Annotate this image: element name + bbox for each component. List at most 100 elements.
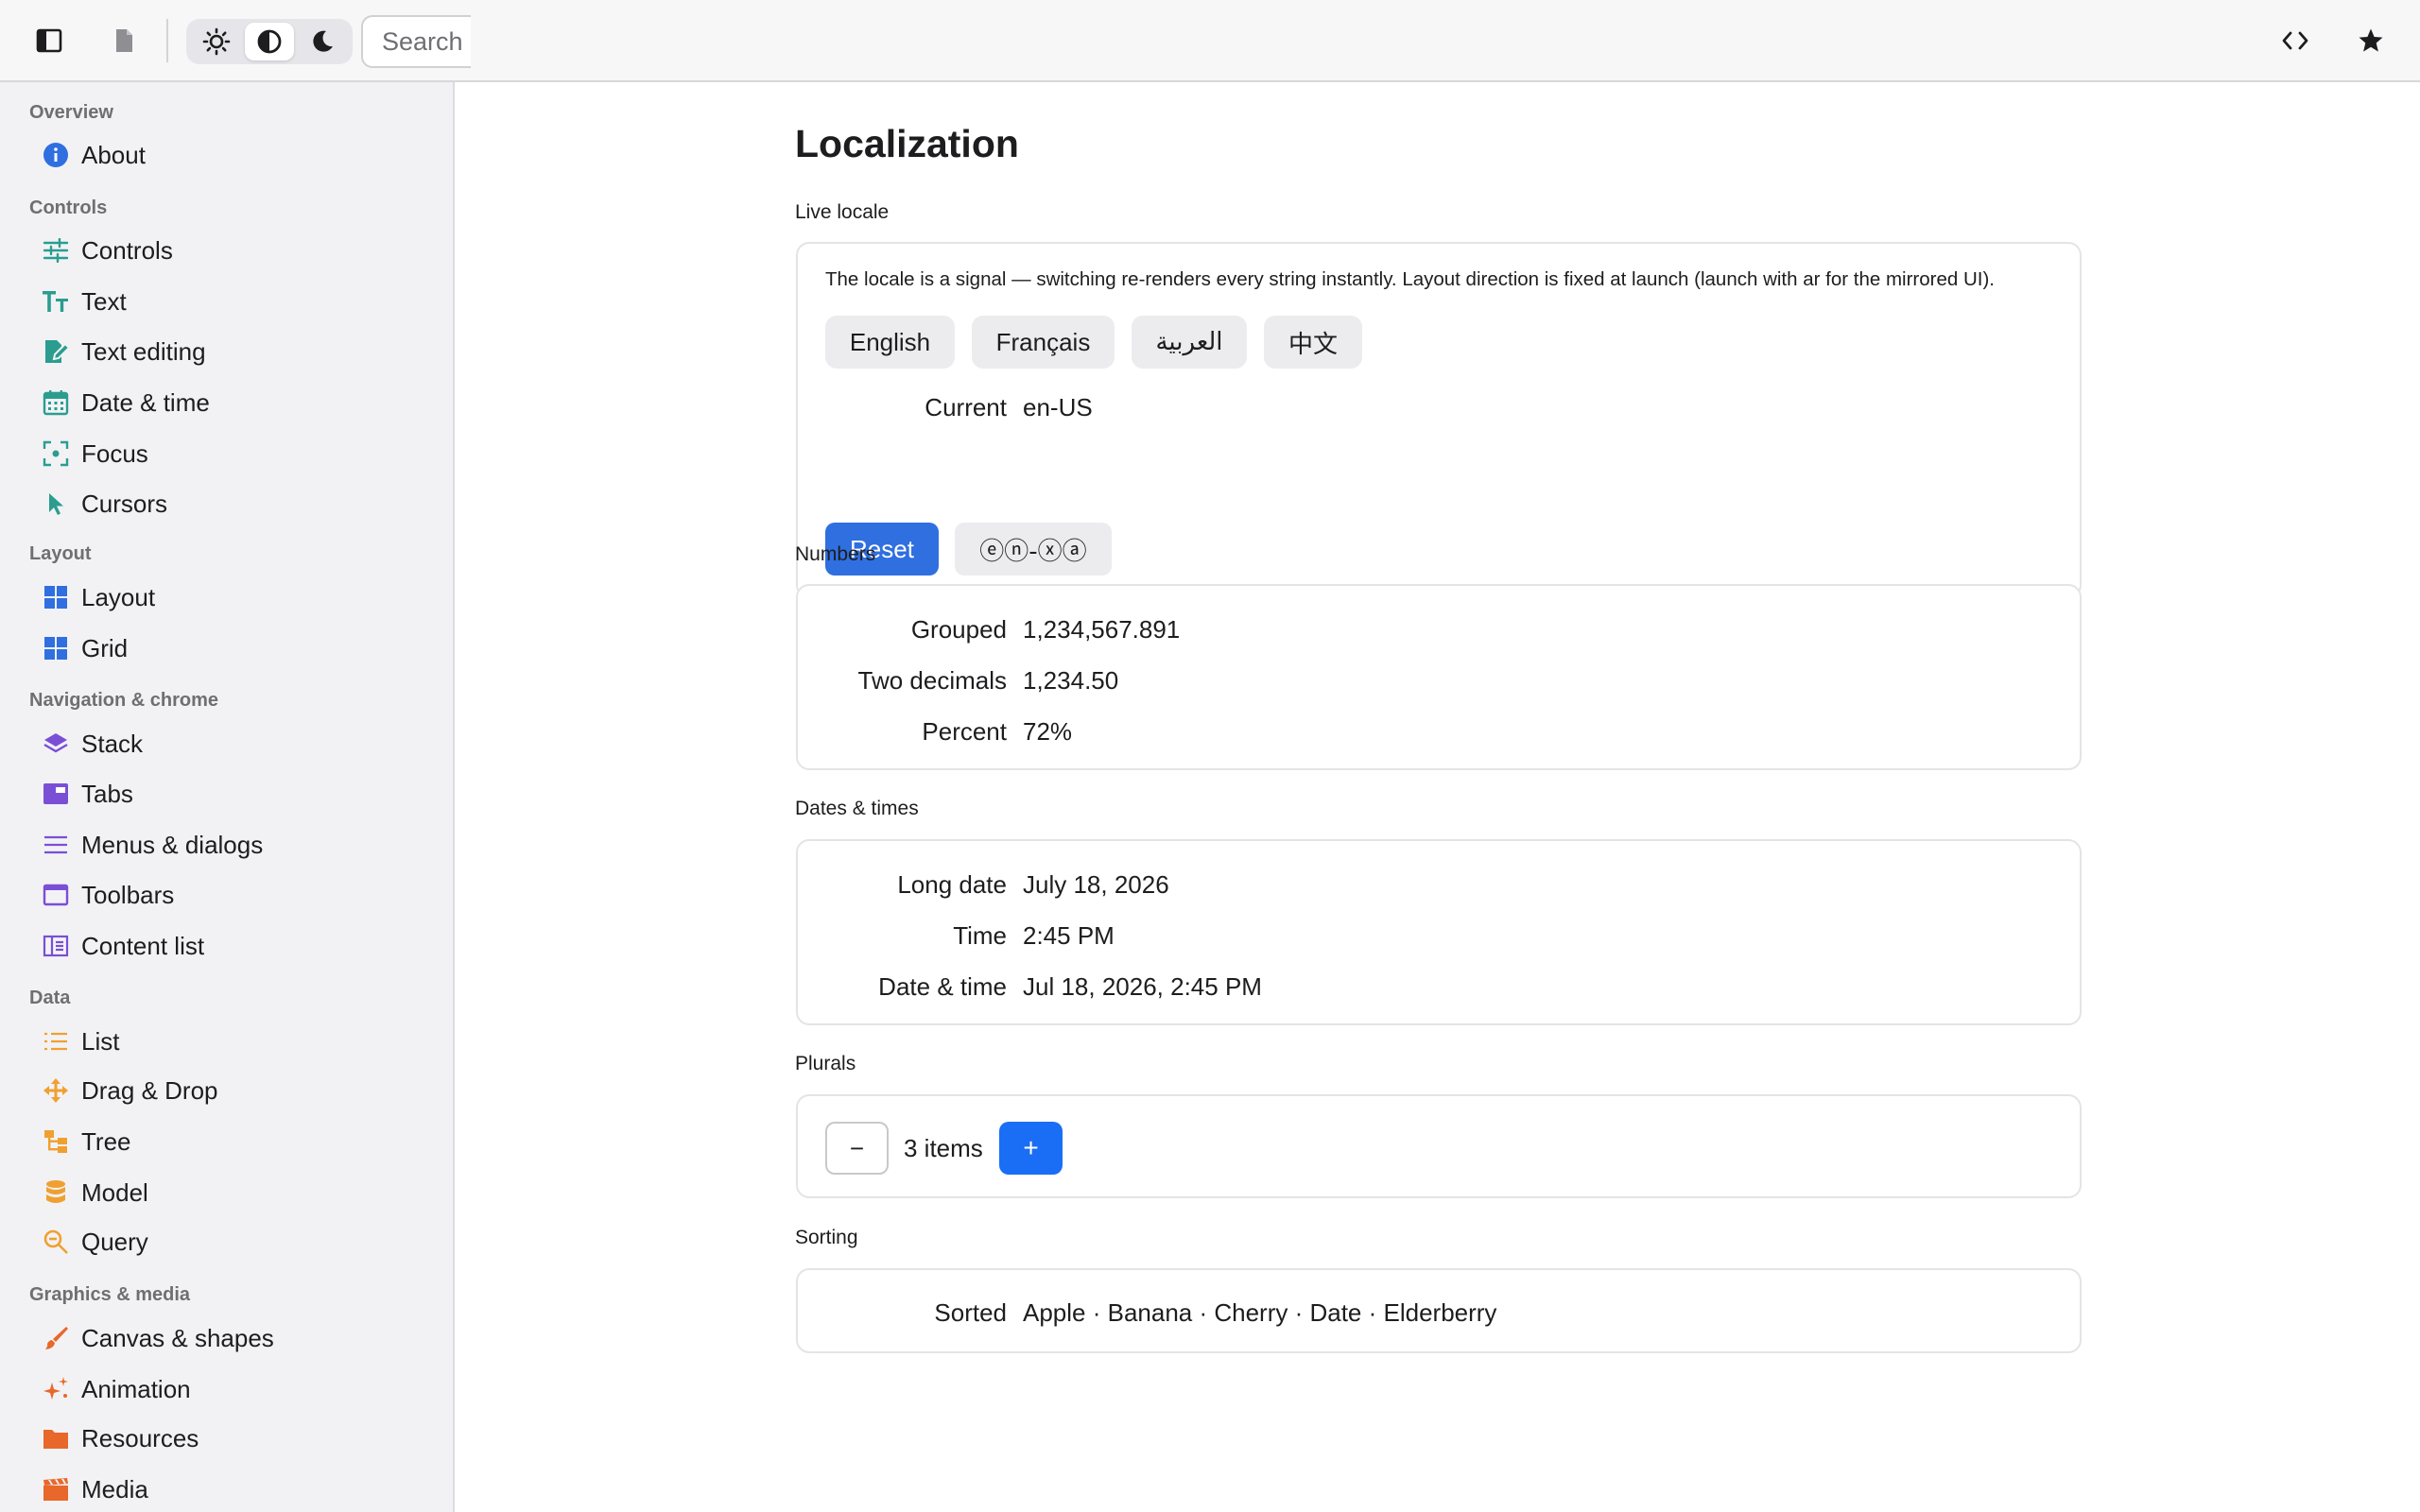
text-size-icon: [32, 278, 79, 325]
sidebar-item-controls[interactable]: Controls: [17, 227, 439, 274]
sorted-key: Sorted: [934, 1298, 1007, 1327]
plurals-card: − 3 items +: [796, 1094, 2082, 1198]
decrement-button[interactable]: −: [825, 1122, 889, 1175]
date-row: Long date July 18, 2026: [798, 865, 2080, 902]
sorting-card: Sorted Apple · Banana · Cherry · Date · …: [796, 1268, 2082, 1353]
sidebar-item-menus-dialogs[interactable]: Menus & dialogs: [17, 821, 439, 868]
locale-description: The locale is a signal — switching re-re…: [825, 268, 1995, 290]
number-row: Grouped 1,234,567.891: [798, 610, 2080, 647]
number-key: Two decimals: [857, 666, 1008, 695]
sparkle-icon: [32, 1366, 79, 1413]
language-french-button[interactable]: Français: [972, 316, 1115, 369]
sidebar-section-title: Layout: [29, 543, 92, 564]
sidebar-section-title: Data: [29, 988, 71, 1008]
sidebar-item-focus[interactable]: Focus: [17, 430, 439, 477]
sliders-icon: [32, 227, 79, 274]
current-locale-row: Current en-US: [798, 387, 2080, 425]
current-locale-label: Current: [925, 393, 1007, 421]
section-label-dates: Dates & times: [795, 798, 919, 819]
language-chinese-button[interactable]: 中文: [1264, 316, 1362, 369]
sidebar-item-model[interactable]: Model: [17, 1169, 439, 1216]
sidebar-section-title: Controls: [29, 198, 108, 218]
sidebar-toggle-button[interactable]: [17, 17, 81, 64]
folder-icon: [32, 1415, 79, 1462]
sidebar-item-canvas-shapes[interactable]: Canvas & shapes: [17, 1314, 439, 1362]
section-label-plurals: Plurals: [795, 1053, 856, 1074]
date-key: Time: [953, 921, 1007, 950]
view-source-button[interactable]: [2263, 17, 2327, 64]
sidebar-icon: [36, 28, 62, 53]
sidebar-item-layout[interactable]: Layout: [17, 574, 439, 621]
document-button[interactable]: [92, 17, 156, 64]
sidebar-item-label: Resources: [81, 1423, 199, 1452]
clapperboard-icon: [32, 1466, 79, 1512]
contrast-icon: [257, 29, 282, 54]
date-value: Jul 18, 2026, 2:45 PM: [1023, 972, 1262, 1001]
sidebar-item-media[interactable]: Media: [17, 1466, 439, 1512]
theme-auto-button[interactable]: [245, 23, 294, 60]
pseudo-locale-button[interactable]: ⓔⓝ-ⓧⓐ: [955, 523, 1112, 576]
sidebar-item-list[interactable]: List: [17, 1018, 439, 1065]
date-row: Time 2:45 PM: [798, 916, 2080, 954]
increment-button[interactable]: +: [999, 1122, 1063, 1175]
sidebar-section-title: Overview: [29, 102, 113, 123]
sidebar-item-text-editing[interactable]: Text editing: [17, 328, 439, 375]
number-value: 1,234.50: [1023, 666, 1119, 695]
sidebar-item-label: Text editing: [81, 336, 206, 366]
date-value: 2:45 PM: [1023, 921, 1115, 950]
favorite-button[interactable]: [2339, 17, 2403, 64]
focus-target-icon: [32, 430, 79, 477]
sidebar-item-label: Grid: [81, 633, 129, 662]
sidebar-item-label: Model: [81, 1177, 148, 1207]
database-icon: [32, 1169, 79, 1216]
dates-card: Long date July 18, 2026 Time 2:45 PM Dat…: [796, 839, 2082, 1025]
edit-document-icon: [32, 328, 79, 375]
theme-dark-button[interactable]: [298, 23, 347, 60]
sidebar-item-grid[interactable]: Grid: [17, 625, 439, 672]
theme-light-button[interactable]: [192, 23, 241, 60]
sidebar-item-text[interactable]: Text: [17, 278, 439, 325]
sidebar-item-query[interactable]: Query: [17, 1218, 439, 1265]
sidebar-item-drag-drop[interactable]: Drag & Drop: [17, 1067, 439, 1114]
sidebar-item-cursors[interactable]: Cursors: [17, 480, 439, 527]
move-arrows-icon: [32, 1067, 79, 1114]
sidebar-item-label: Text: [81, 286, 127, 316]
sidebar-item-content-list[interactable]: Content list: [17, 922, 439, 970]
section-label-live-locale: Live locale: [795, 201, 890, 223]
moon-icon: [313, 30, 333, 52]
sidebar-item-date-time[interactable]: Date & time: [17, 379, 439, 426]
date-key: Long date: [897, 870, 1007, 899]
sidebar-item-label: List: [81, 1026, 120, 1056]
sidebar-item-label: Date & time: [81, 387, 210, 417]
number-key: Grouped: [910, 615, 1007, 644]
tree-icon: [32, 1118, 79, 1165]
sidebar-item-label: Layout: [81, 582, 156, 611]
top-toolbar: [0, 0, 2420, 82]
sidebar-item-label: Toolbars: [81, 880, 175, 909]
sidebar-item-resources[interactable]: Resources: [17, 1415, 439, 1462]
sidebar-item-stack[interactable]: Stack: [17, 720, 439, 767]
language-arabic-button[interactable]: العربية: [1132, 316, 1247, 369]
sidebar-item-label: Controls: [81, 235, 173, 265]
date-key: Date & time: [878, 972, 1007, 1001]
main-content: Localization Live locale The locale is a…: [457, 82, 2420, 1512]
sidebar-section-title: Graphics & media: [29, 1284, 191, 1305]
sidebar-item-label: Animation: [81, 1374, 191, 1403]
info-icon: [32, 131, 79, 179]
code-icon: [2282, 31, 2308, 50]
sidebar-item-about[interactable]: About: [17, 131, 439, 179]
date-value: July 18, 2026: [1023, 870, 1169, 899]
sidebar-item-tabs[interactable]: Tabs: [17, 770, 439, 817]
menu-lines-icon: [32, 821, 79, 868]
sidebar-item-animation[interactable]: Animation: [17, 1366, 439, 1413]
language-english-button[interactable]: English: [825, 316, 955, 369]
search-input[interactable]: [361, 15, 471, 68]
sidebar-item-tree[interactable]: Tree: [17, 1118, 439, 1165]
sidebar-item-label: Stack: [81, 729, 144, 758]
tabs-icon: [32, 770, 79, 817]
sidebar-item-label: Drag & Drop: [81, 1075, 218, 1105]
sidebar-item-toolbars[interactable]: Toolbars: [17, 871, 439, 919]
number-row: Percent 72%: [798, 712, 2080, 749]
sidebar-item-label: Menus & dialogs: [81, 830, 264, 859]
sidebar-item-label: Cursors: [81, 489, 168, 518]
